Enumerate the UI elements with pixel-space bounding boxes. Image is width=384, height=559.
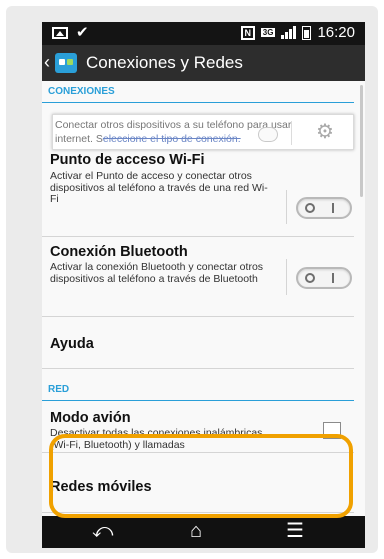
hotspot-title: Punto de acceso Wi-Fi [50,152,205,168]
status-left-icons: ✔ [52,25,89,40]
gear-icon[interactable]: ⚙ [316,122,334,142]
setting-row-help[interactable]: Ayuda [42,317,354,369]
nfc-icon: N [240,25,255,40]
page-title: Conexiones y Redes [86,53,243,72]
row-divider [286,259,287,295]
section-header-red: RED [42,379,354,401]
signal-icon [281,26,297,39]
hotspot-description: Activar el Punto de acceso y conectar ot… [50,170,268,205]
scrollbar[interactable] [360,85,363,197]
menu-icon[interactable]: ☰ [286,520,304,542]
network-type-badge: 3G [260,28,276,37]
chevron-left-icon[interactable]: ‹ [44,53,50,71]
hint-link[interactable]: eleccione el tipo de conexión. [103,133,241,145]
hint-text-line1: Conectar otros dispositivos a su teléfon… [55,119,292,131]
setting-row-bluetooth[interactable]: Conexión Bluetooth Activar la conexión B… [42,237,354,317]
status-time: 16:20 [317,24,355,41]
bluetooth-title: Conexión Bluetooth [50,244,188,260]
status-right-icons: N 3G 16:20 [240,24,355,41]
hint-text-prefix: internet. S [55,133,103,145]
hotspot-toggle[interactable] [296,197,352,219]
back-icon[interactable]: ⤺ [92,520,113,542]
row-divider [286,190,287,224]
hint-text-line2: internet. Seleccione el tipo de conexión… [55,133,241,145]
help-title: Ayuda [50,336,94,352]
phone-screen: ✔ N 3G 16:20 ‹ Conexiones y Redes CONEXI… [42,22,365,548]
image-icon [52,26,68,39]
setting-row-hotspot[interactable]: Punto de acceso Wi-Fi Activar el Punto d… [42,150,354,237]
airplane-mode-title: Modo avión [50,410,131,426]
bluetooth-description: Activar la conexión Bluetooth y conectar… [50,261,264,285]
section-header-conexiones: CONEXIONES [42,81,354,103]
hint-toggle-icon [258,127,278,142]
bluetooth-toggle[interactable] [296,267,352,289]
navigation-bar: ⤺ ⌂ ☰ [42,516,365,548]
check-icon: ✔ [76,24,89,41]
app-icon[interactable] [55,53,77,73]
home-icon[interactable]: ⌂ [190,520,202,542]
app-bar: ‹ Conexiones y Redes [42,45,365,81]
hint-card[interactable]: Conectar otros dispositivos a su teléfon… [52,114,354,150]
status-bar: ✔ N 3G 16:20 [42,22,365,45]
battery-icon [302,25,312,40]
hint-divider [291,121,292,145]
highlight-annotation [49,434,353,518]
